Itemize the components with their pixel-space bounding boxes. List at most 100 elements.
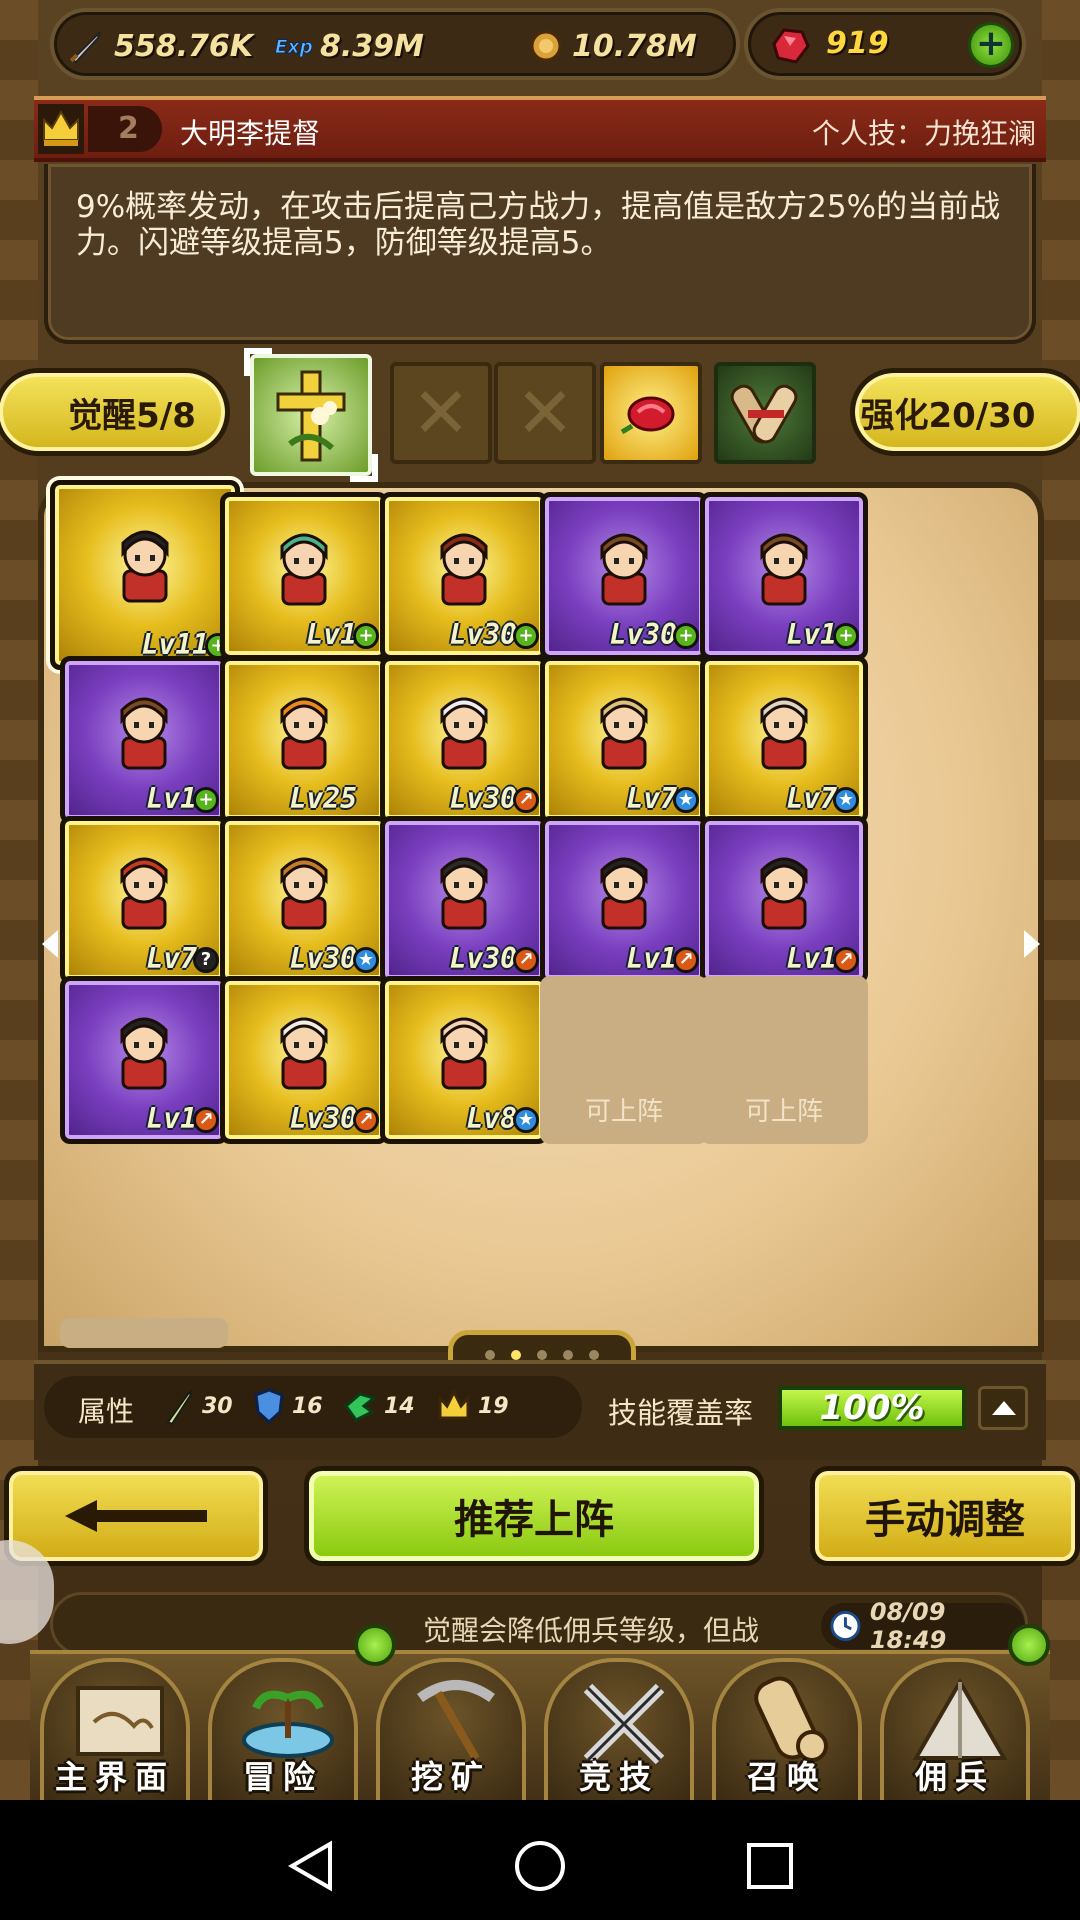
hero-card[interactable]: Lv30 ↗	[220, 976, 388, 1144]
notification-dot	[354, 1624, 396, 1666]
clock-display: 08/09 18:49	[821, 1598, 1025, 1654]
awaken-slot-empty[interactable]: ✕	[494, 362, 596, 464]
hero-card[interactable]: Lv1 ↗	[60, 976, 228, 1144]
hero-level: Lv1	[146, 782, 197, 815]
hero-card[interactable]: Lv30 +	[380, 492, 548, 660]
hero-card[interactable]: Lv7 ★	[540, 656, 708, 824]
collapse-arrow-button[interactable]	[978, 1386, 1028, 1430]
hero-portrait-icon	[440, 533, 488, 606]
awaken-slot-empty[interactable]: ✕	[390, 362, 492, 464]
action-buttons: 推荐上阵 手动调整	[4, 1460, 1080, 1576]
attack-resource: 558.76K	[66, 26, 253, 66]
recents-square-icon[interactable]	[742, 1838, 798, 1894]
hero-portrait-icon	[440, 697, 488, 770]
back-triangle-icon[interactable]	[282, 1838, 338, 1894]
hero-portrait-icon	[440, 1017, 488, 1090]
crown-stat: 19	[436, 1386, 509, 1426]
hero-portrait-icon	[760, 533, 808, 606]
hero-card[interactable]: Lv1 ↗	[540, 816, 708, 984]
hero-card[interactable]: Lv7 ★	[700, 656, 868, 824]
hero-card[interactable]: Lv30 ↗	[380, 816, 548, 984]
hero-card[interactable]: Lv30 ↗	[380, 656, 548, 824]
hero-card[interactable]: Lv11 +	[50, 480, 240, 670]
star-badge-icon: ★	[353, 947, 379, 973]
attribute-label: 属性	[78, 1395, 135, 1428]
hero-card[interactable]: Lv30 ★	[220, 816, 388, 984]
attribute-summary: 属性 30 16 14 19	[44, 1376, 582, 1438]
enhance-button[interactable]: 强化20/30	[850, 368, 1080, 456]
exp-value: 8.39M	[320, 28, 424, 64]
hero-level: Lv30	[449, 942, 517, 975]
awaken-button[interactable]: 觉醒5/8	[0, 368, 230, 456]
attack-stat-value: 30	[202, 1393, 233, 1419]
defense-stat-value: 16	[292, 1393, 323, 1419]
awaken-slot-cross[interactable]	[244, 348, 378, 482]
hero-card[interactable]: Lv1 ↗	[700, 816, 868, 984]
hero-portrait-icon	[120, 1017, 168, 1090]
hero-portrait-icon	[120, 857, 168, 930]
gem-value: 919	[826, 26, 889, 61]
page-dot[interactable]	[485, 1350, 495, 1360]
hero-card[interactable]: Lv30 +	[540, 492, 708, 660]
page-prev-arrow[interactable]	[42, 930, 58, 958]
open-slot-label: 可上阵	[584, 1097, 663, 1127]
news-ticker: 觉醒会降低佣兵等级，但战 08/09 18:49	[50, 1592, 1028, 1656]
home-circle-icon[interactable]	[512, 1838, 568, 1894]
nav-item[interactable]: 冒险	[208, 1658, 358, 1804]
hero-card[interactable]: Lv25	[220, 656, 388, 824]
nav-item[interactable]: 佣兵	[880, 1658, 1030, 1804]
exp-resource: Exp 8.39M	[272, 26, 424, 66]
gold-resource: 10.78M	[524, 26, 697, 66]
nav-item[interactable]: 竞技	[544, 1658, 694, 1804]
skill-coverage-label: 技能覆盖率	[608, 1396, 754, 1430]
open-slot[interactable]: 可上阵	[700, 976, 868, 1144]
crown-stat-value: 19	[478, 1393, 509, 1419]
agility-stat: 14	[342, 1386, 415, 1426]
shield-icon	[254, 1388, 284, 1425]
nav-item[interactable]: 召唤	[712, 1658, 862, 1804]
nav-item[interactable]: 挖矿	[376, 1658, 526, 1804]
plus-badge-icon: +	[833, 623, 859, 649]
awaken-slot-rose[interactable]	[600, 362, 702, 464]
crown-icon	[438, 1388, 470, 1420]
plus-badge-icon: +	[193, 787, 219, 813]
page-dot[interactable]	[563, 1350, 573, 1360]
nav-label: 佣兵	[914, 1758, 995, 1796]
hero-portrait-icon	[440, 857, 488, 930]
hero-level: Lv1	[146, 1102, 197, 1135]
up-badge-icon: ↗	[193, 1107, 219, 1133]
lineup-stats-bar: 属性 30 16 14 19 技能覆盖率 100%	[34, 1360, 1046, 1460]
skill-description: 9%概率发动，在攻击后提高己方战力，提高值是敌方25%的当前战力。闪避等级提高5…	[76, 189, 1001, 261]
awaken-slot-scroll[interactable]	[714, 362, 816, 464]
hero-card[interactable]: Lv7?	[60, 816, 228, 984]
back-button[interactable]	[4, 1466, 268, 1566]
recommend-lineup-button[interactable]: 推荐上阵	[304, 1466, 764, 1566]
green-wing-icon	[343, 1392, 378, 1422]
attack-stat: 30	[162, 1386, 233, 1426]
nav-item[interactable]: 主界面	[40, 1658, 190, 1804]
hero-roster-panel: Lv11 + Lv1 + Lv30 + Lv30 + Lv1 + Lv1 + Lv25 Lv30 ↗ Lv7 ★…	[38, 480, 1044, 1352]
hero-card[interactable]: Lv8 ★	[380, 976, 548, 1144]
hero-portrait-icon	[280, 697, 328, 770]
manual-adjust-button[interactable]: 手动调整	[810, 1466, 1080, 1566]
exp-icon: Exp	[272, 26, 312, 66]
nav-label: 冒险	[242, 1758, 323, 1796]
page-dot[interactable]	[537, 1350, 547, 1360]
page-dot[interactable]	[511, 1350, 521, 1360]
add-gems-button[interactable]: +	[968, 22, 1014, 68]
hero-card[interactable]: Lv1 +	[60, 656, 228, 824]
plus-badge-icon: +	[513, 623, 539, 649]
svg-text:Exp: Exp	[275, 37, 312, 58]
hero-level: Lv30	[609, 618, 677, 651]
hero-level: Lv1	[786, 942, 837, 975]
up-badge-icon: ↗	[513, 947, 539, 973]
page-next-arrow[interactable]	[1024, 930, 1040, 958]
hero-level: Lv7	[786, 782, 837, 815]
page-dot[interactable]	[589, 1350, 599, 1360]
hero-level: Lv1	[306, 618, 357, 651]
ticker-text: 觉醒会降低佣兵等级，但战	[423, 1614, 760, 1647]
hero-card[interactable]: Lv1 +	[220, 492, 388, 660]
hero-card[interactable]: Lv1 +	[700, 492, 868, 660]
open-slot[interactable]: 可上阵	[540, 976, 708, 1144]
hero-level: Lv30	[289, 1102, 357, 1135]
